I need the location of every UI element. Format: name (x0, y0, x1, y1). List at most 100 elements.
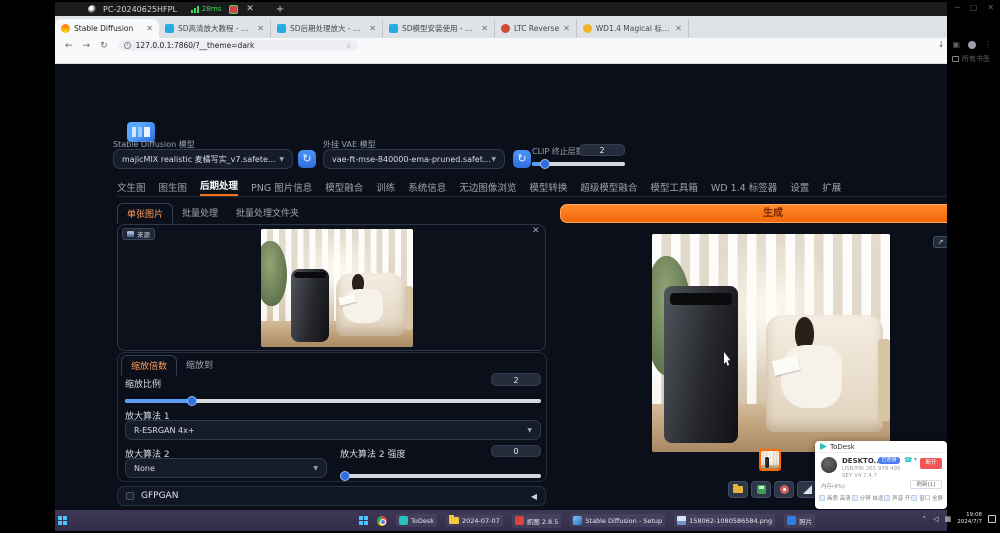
back-icon[interactable]: ← (65, 41, 73, 51)
tab-super-merger[interactable]: 超级模型融合 (580, 180, 637, 194)
tab-close-icon[interactable]: ✕ (563, 24, 570, 33)
fullscreen-icon[interactable]: ↗ (933, 236, 947, 248)
clip-skip-value[interactable]: 2 (579, 144, 625, 156)
tab-wd14-tagger[interactable]: WD 1.4 标签器 (711, 180, 777, 194)
session-close-icon[interactable]: ✕ (246, 4, 254, 14)
tab-close-icon[interactable]: ✕ (146, 24, 153, 33)
slider-handle[interactable] (540, 159, 550, 169)
session-new-tab-button[interactable]: + (276, 4, 284, 15)
output-image[interactable] (652, 234, 890, 452)
tab-close-icon[interactable]: ✕ (369, 24, 376, 33)
open-folder-button[interactable] (728, 481, 748, 498)
session-screenshot-icon[interactable] (229, 5, 238, 14)
extensions-icon[interactable]: ▣ (952, 40, 960, 49)
tab-checkpoint-merger[interactable]: 模型融合 (325, 180, 363, 194)
model-refresh-button[interactable]: ↻ (298, 150, 316, 168)
tab-close-icon[interactable]: ✕ (675, 24, 682, 33)
upscaler1-dropdown[interactable]: R-ESRGAN 4x+ ▼ (125, 420, 541, 440)
speaker-icon[interactable]: ◁ (933, 515, 938, 523)
tab-infinite-image-browser[interactable]: 无边图像浏览 (459, 180, 516, 194)
accordion-gfpgan[interactable]: GFPGAN ◀ (117, 486, 546, 506)
upscaler2-strength-value[interactable]: 0 (491, 445, 541, 457)
tab-close-icon[interactable]: ✕ (481, 24, 488, 33)
chrome-taskbar-icon[interactable] (377, 516, 387, 526)
subtab-batch-process[interactable]: 批量处理 (173, 203, 227, 224)
clear-source-image-icon[interactable]: ✕ (532, 226, 540, 236)
save-zip-button[interactable] (774, 481, 794, 498)
tab-img2img[interactable]: 图生图 (159, 180, 188, 194)
save-button[interactable] (751, 481, 771, 498)
tab-model-converter[interactable]: 模型转换 (529, 180, 567, 194)
taskbar-photos[interactable]: 照片 (784, 514, 815, 528)
browser-tab-bilibili-1[interactable]: SD高清放大教程 - 哔哩哔哩 ✕ (159, 19, 271, 38)
reload-icon[interactable]: ↻ (100, 41, 108, 51)
subtab-batch-from-dir[interactable]: 批量处理文件夹 (227, 203, 308, 224)
todesk-refresh-button[interactable]: 刷新[1] (910, 480, 942, 489)
menu-kebab-icon[interactable]: ⋮ (984, 40, 992, 49)
tab-close-icon[interactable]: ✕ (257, 24, 264, 33)
tab-train[interactable]: 训练 (376, 180, 395, 194)
subtab-single-image[interactable]: 单张图片 (117, 203, 173, 224)
browser-tab-bilibili-2[interactable]: SD后期处理放大 - 哔哩哔哩 ✕ (271, 19, 383, 38)
network-icon[interactable]: ▦ (945, 515, 952, 523)
taskbar-folder[interactable]: 2024-07-07 (446, 515, 503, 527)
todesk-tool-quality[interactable]: 画质 高清 (819, 494, 851, 502)
ltc-favicon (501, 24, 510, 33)
clock[interactable]: 19:08 2024/7/7 (957, 512, 982, 526)
taskbar-screenshot-app[interactable]: 抓图 2.8.5 (512, 514, 562, 528)
tab-settings[interactable]: 设置 (790, 180, 809, 194)
signal-icon: ▾ (914, 456, 917, 463)
image-icon (127, 231, 134, 237)
model-dropdown[interactable]: majicMIX realistic 麦橘写实_v7.safetensors [… (113, 149, 293, 169)
gallery-thumbnail[interactable] (759, 449, 781, 471)
clip-skip-slider[interactable] (532, 162, 625, 166)
taskbar-sd-setup[interactable]: Stable Diffusion - Setup (570, 514, 665, 527)
site-info-icon[interactable]: i (124, 42, 131, 49)
forward-icon[interactable]: → (83, 41, 91, 51)
tab-txt2img[interactable]: 文生图 (117, 180, 146, 194)
scale-slider[interactable] (125, 399, 541, 403)
slider-handle[interactable] (340, 471, 350, 481)
main-tab-bar: 文生图 图生图 后期处理 PNG 图片信息 模型融合 训练 系统信息 无边图像浏… (117, 178, 947, 197)
todesk-tool-resolution[interactable]: 分辨 自适 (852, 494, 884, 502)
start-button[interactable] (359, 516, 368, 525)
tab-extensions[interactable]: 扩展 (822, 180, 841, 194)
vae-dropdown[interactable]: vae-ft-mse-840000-ema-pruned.safetensors… (323, 149, 505, 169)
scale-value[interactable]: 2 (491, 373, 541, 386)
browser-tab-wd14[interactable]: WD1.4 Magical 标签器 ✕ (577, 19, 689, 38)
browser-tab-bilibili-3[interactable]: SD模型安装使用 - 哔哩哔哩 ✕ (383, 19, 495, 38)
tab-png-info[interactable]: PNG 图片信息 (251, 180, 312, 194)
todesk-disconnect-button[interactable]: 断开 (920, 458, 942, 469)
todesk-tool-window[interactable]: 窗口 全屏 (911, 494, 943, 502)
send-to-extras-button[interactable] (797, 481, 817, 498)
browser-window-controls[interactable]: ─▢✕ (955, 3, 994, 12)
all-bookmarks-button[interactable]: 所有书签 (952, 54, 990, 64)
sound-icon (884, 495, 890, 501)
notification-icon[interactable] (988, 515, 996, 523)
start-button-left[interactable] (58, 516, 67, 525)
browser-tab-stable-diffusion[interactable]: Stable Diffusion ✕ (55, 19, 159, 38)
tab-system-info[interactable]: 系统信息 (408, 180, 446, 194)
url-omnibox[interactable]: i 127.0.0.1:7860/?__theme=dark ☆ (118, 40, 358, 51)
collapse-arrow-icon[interactable]: ◀ (531, 492, 537, 501)
bookmark-star-icon[interactable]: ☆ (345, 42, 351, 50)
generate-button[interactable]: 生成 (560, 204, 947, 223)
vae-refresh-button[interactable]: ↻ (513, 150, 531, 168)
upscaler2-dropdown[interactable]: None ▼ (125, 458, 327, 478)
upscaler2-strength-slider[interactable] (340, 474, 541, 478)
gfpgan-checkbox[interactable] (126, 492, 134, 500)
tab-scale-to[interactable]: 缩放到 (177, 355, 222, 376)
browser-tab-ltc[interactable]: LTC Reverse ✕ (495, 19, 577, 38)
taskbar-png-file[interactable]: 158062-1080586584.png (674, 514, 775, 527)
phone-icon[interactable]: ☎ (904, 456, 913, 464)
profile-avatar[interactable] (968, 41, 976, 49)
taskbar-todesk[interactable]: ToDesk (396, 514, 437, 527)
tray-chevron-icon[interactable]: ⌃ (921, 515, 927, 523)
tab-scale-by[interactable]: 缩放倍数 (121, 355, 177, 376)
todesk-titlebar[interactable]: ToDesk (815, 441, 947, 453)
tab-extras[interactable]: 后期处理 (200, 178, 238, 196)
download-icon[interactable]: ↓ (938, 40, 945, 49)
todesk-device-name: DESKTO... (842, 457, 882, 465)
todesk-tool-sound[interactable]: 声音 开 (884, 494, 910, 502)
tab-model-toolkit[interactable]: 模型工具箱 (650, 180, 698, 194)
